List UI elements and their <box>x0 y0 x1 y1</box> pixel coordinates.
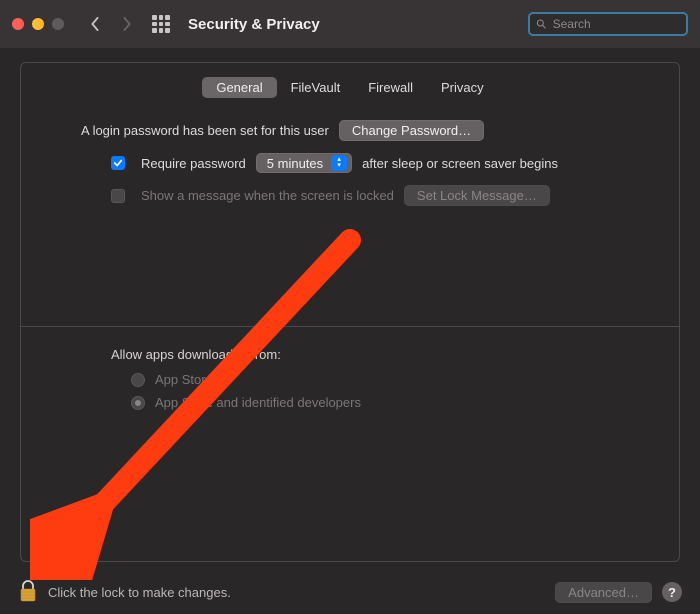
help-button[interactable]: ? <box>662 582 682 602</box>
require-password-label-left: Require password <box>141 156 246 171</box>
require-password-row: Require password 5 minutes ▴▾ after slee… <box>41 153 659 173</box>
require-password-delay-select[interactable]: 5 minutes ▴▾ <box>256 153 352 173</box>
tab-privacy[interactable]: Privacy <box>427 77 498 98</box>
search-field[interactable] <box>528 12 688 36</box>
maximize-button <box>52 18 64 30</box>
allow-apps-option-appstore: App Store <box>41 372 659 387</box>
window-controls <box>12 18 64 30</box>
lock-message-label: Show a message when the screen is locked <box>141 188 394 203</box>
titlebar: Security & Privacy <box>0 0 700 48</box>
radio-identified-label: App Store and identified developers <box>155 395 361 410</box>
require-password-checkbox[interactable] <box>111 156 125 170</box>
lock-message-checkbox <box>111 189 125 203</box>
forward-button <box>116 13 138 35</box>
tab-filevault[interactable]: FileVault <box>277 77 355 98</box>
lock-hint-text: Click the lock to make changes. <box>48 585 231 600</box>
require-password-label-right: after sleep or screen saver begins <box>362 156 558 171</box>
section-divider <box>21 326 679 327</box>
allow-apps-option-identified: App Store and identified developers <box>41 395 659 410</box>
close-button[interactable] <box>12 18 24 30</box>
advanced-button: Advanced… <box>555 582 652 603</box>
lock-message-row: Show a message when the screen is locked… <box>41 185 659 206</box>
search-input[interactable] <box>553 17 680 31</box>
back-button[interactable] <box>84 13 106 35</box>
preferences-panel: General FileVault Firewall Privacy A log… <box>20 62 680 562</box>
radio-identified <box>131 396 145 410</box>
checkmark-icon <box>113 158 123 168</box>
radio-appstore <box>131 373 145 387</box>
set-lock-message-button: Set Lock Message… <box>404 185 550 206</box>
login-password-text: A login password has been set for this u… <box>81 123 329 138</box>
chevron-up-down-icon: ▴▾ <box>331 155 347 171</box>
tab-general[interactable]: General <box>202 77 276 98</box>
radio-appstore-label: App Store <box>155 372 213 387</box>
tab-firewall[interactable]: Firewall <box>354 77 427 98</box>
tab-bar: General FileVault Firewall Privacy <box>41 77 659 98</box>
window-title: Security & Privacy <box>188 16 320 33</box>
footer: Click the lock to make changes. Advanced… <box>0 570 700 614</box>
change-password-button[interactable]: Change Password… <box>339 120 484 141</box>
show-all-icon[interactable] <box>152 15 170 33</box>
search-icon <box>536 18 547 30</box>
lock-icon[interactable] <box>18 580 38 605</box>
minimize-button[interactable] <box>32 18 44 30</box>
login-password-row: A login password has been set for this u… <box>41 120 659 141</box>
delay-value: 5 minutes <box>267 156 323 171</box>
allow-apps-heading: Allow apps downloaded from: <box>41 347 659 362</box>
